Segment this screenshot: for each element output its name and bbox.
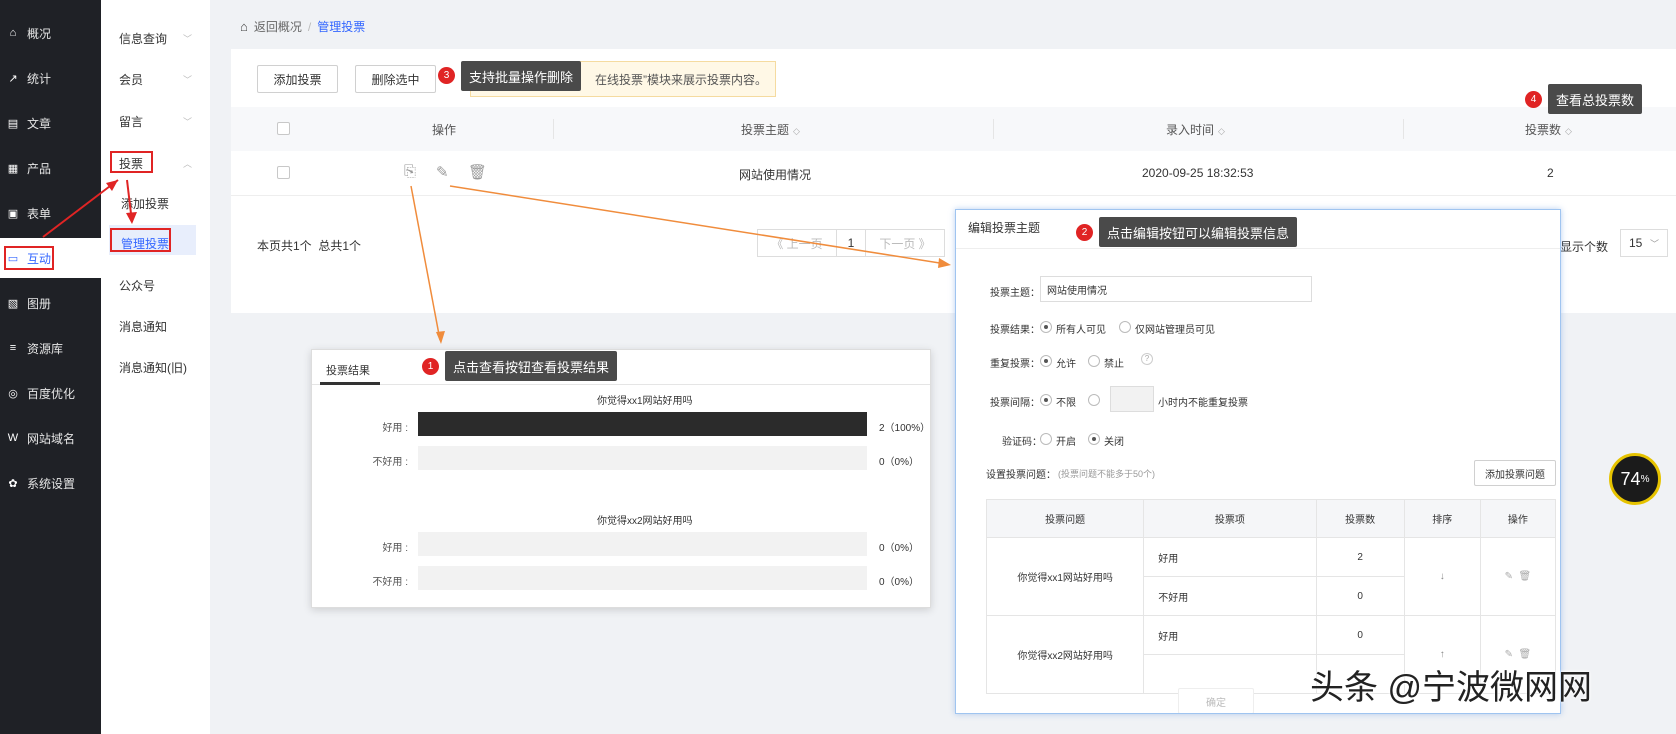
badge-4: 4: [1525, 91, 1542, 108]
row-actions: ✎ 🗑: [1479, 537, 1557, 616]
result-opt1-label: 所有人可见: [1056, 325, 1106, 336]
qt-count: 0: [1315, 615, 1405, 655]
tab-divider: [312, 384, 930, 385]
qt-header-sort: 排序: [1403, 499, 1481, 538]
tag-batch-delete: 支持批量操作删除: [461, 61, 582, 91]
captcha-opt1-label: 开启: [1056, 437, 1076, 448]
captcha-label: 验证码：: [1002, 437, 1042, 448]
repeat-opt2-label: 禁止: [1104, 359, 1124, 370]
radio-result-all[interactable]: [1040, 321, 1052, 333]
interval-label: 投票间隔：: [990, 398, 1040, 409]
radio-interval-hours[interactable]: [1088, 394, 1100, 406]
arrowhead: [106, 180, 118, 191]
vote-result-popup: 投票结果 你觉得xx1网站好用吗好用 : 2（100%） 不好用 : 0（0%） 你觉得…: [311, 349, 931, 608]
radio-captcha-off[interactable]: [1088, 433, 1100, 445]
radio-captcha-on[interactable]: [1040, 433, 1052, 445]
question-title: 你觉得xx1网站好用吗: [597, 396, 693, 407]
arrowhead: [436, 331, 445, 344]
interval-hours-input[interactable]: [1110, 386, 1154, 412]
option-label: 好用 :: [382, 423, 408, 434]
result-bar: [418, 412, 867, 436]
confirm-button[interactable]: 确定: [1178, 688, 1254, 713]
tab-underline: [320, 382, 380, 385]
tag-view-result: 点击查看按钮查看投票结果: [445, 351, 618, 381]
qt-count: 0: [1315, 576, 1405, 616]
arrow-edit: [449, 185, 947, 265]
interval-opt1-label: 不限: [1056, 398, 1076, 409]
qt-count: 2: [1315, 537, 1405, 577]
repeat-label: 重复投票：: [990, 359, 1040, 370]
result-label: 投票结果：: [990, 325, 1040, 336]
gauge-unit: %: [1640, 473, 1650, 485]
edit-icon[interactable]: ✎: [1505, 571, 1513, 582]
tag-edit-info: 点击编辑按钮可以编辑投票信息: [1099, 217, 1298, 247]
arrowhead: [938, 258, 951, 268]
option-value: 0（0%）: [879, 543, 920, 554]
performance-gauge[interactable]: 74%: [1609, 453, 1661, 505]
result-bar: [418, 532, 867, 556]
arrow-view: [410, 185, 441, 341]
qt-header-question: 投票问题: [985, 499, 1145, 538]
questions-hint: (投票问题不能多于50个): [1058, 469, 1156, 479]
arrow-to-vote: [42, 179, 119, 238]
radio-repeat-allow[interactable]: [1040, 355, 1052, 367]
captcha-opt2-label: 关闭: [1104, 437, 1124, 448]
repeat-opt1-label: 允许: [1056, 359, 1076, 370]
badge-3: 3: [438, 67, 455, 84]
popup-divider: [956, 248, 1560, 249]
watermark: 头条 @宁波微网网: [1310, 669, 1592, 707]
delete-icon[interactable]: 🗑: [1519, 571, 1532, 582]
arrowhead: [126, 212, 137, 224]
option-value: 2（100%）: [879, 423, 931, 434]
edit-icon[interactable]: ✎: [1505, 649, 1513, 660]
result-bar: [418, 446, 867, 470]
qt-header-actions: 操作: [1479, 499, 1557, 538]
popup-title: 编辑投票主题: [968, 221, 1041, 235]
question-title: 你觉得xx2网站好用吗: [597, 516, 693, 527]
result-opt2-label: 仅网站管理员可见: [1135, 325, 1215, 336]
interval-suffix: 小时内不能重复投票: [1158, 398, 1248, 409]
option-label: 不好用 :: [372, 577, 408, 588]
result-bar-fill: [418, 412, 867, 436]
add-question-button[interactable]: 添加投票问题: [1474, 460, 1556, 486]
qt-item: 不好用: [1143, 576, 1317, 616]
badge-1: 1: [422, 358, 439, 375]
option-label: 好用 :: [382, 543, 408, 554]
sort-down-icon[interactable]: ↓: [1403, 537, 1481, 616]
radio-result-admin[interactable]: [1119, 321, 1131, 333]
delete-icon[interactable]: 🗑: [1519, 649, 1532, 660]
topic-label: 投票主题：: [990, 288, 1040, 299]
gauge-value: 74: [1620, 468, 1641, 489]
qt-header-count: 投票数: [1315, 499, 1405, 538]
topic-input[interactable]: 网站使用情况: [1040, 276, 1312, 302]
tab-vote-result[interactable]: 投票结果: [326, 362, 370, 378]
badge-2: 2: [1076, 224, 1093, 241]
option-label: 不好用 :: [372, 457, 408, 468]
radio-interval-unlimited[interactable]: [1040, 394, 1052, 406]
radio-repeat-deny[interactable]: [1088, 355, 1100, 367]
questions-label: 设置投票问题：: [986, 470, 1056, 481]
option-value: 0（0%）: [879, 457, 920, 468]
qt-item: 好用: [1143, 537, 1317, 577]
qt-question: 你觉得xx2网站好用吗: [985, 615, 1145, 694]
qt-item: 好用: [1143, 615, 1317, 655]
qt-header-item: 投票项: [1143, 499, 1317, 538]
tag-total-votes: 查看总投票数: [1548, 84, 1643, 114]
result-bar: [418, 566, 867, 590]
help-icon[interactable]: ?: [1141, 353, 1153, 365]
option-value: 0（0%）: [879, 577, 920, 588]
edit-vote-popup: 编辑投票主题 投票主题： 网站使用情况 投票结果： 所有人可见 仅网站管理员可见…: [955, 209, 1561, 714]
qt-question: 你觉得xx1网站好用吗: [985, 537, 1145, 616]
